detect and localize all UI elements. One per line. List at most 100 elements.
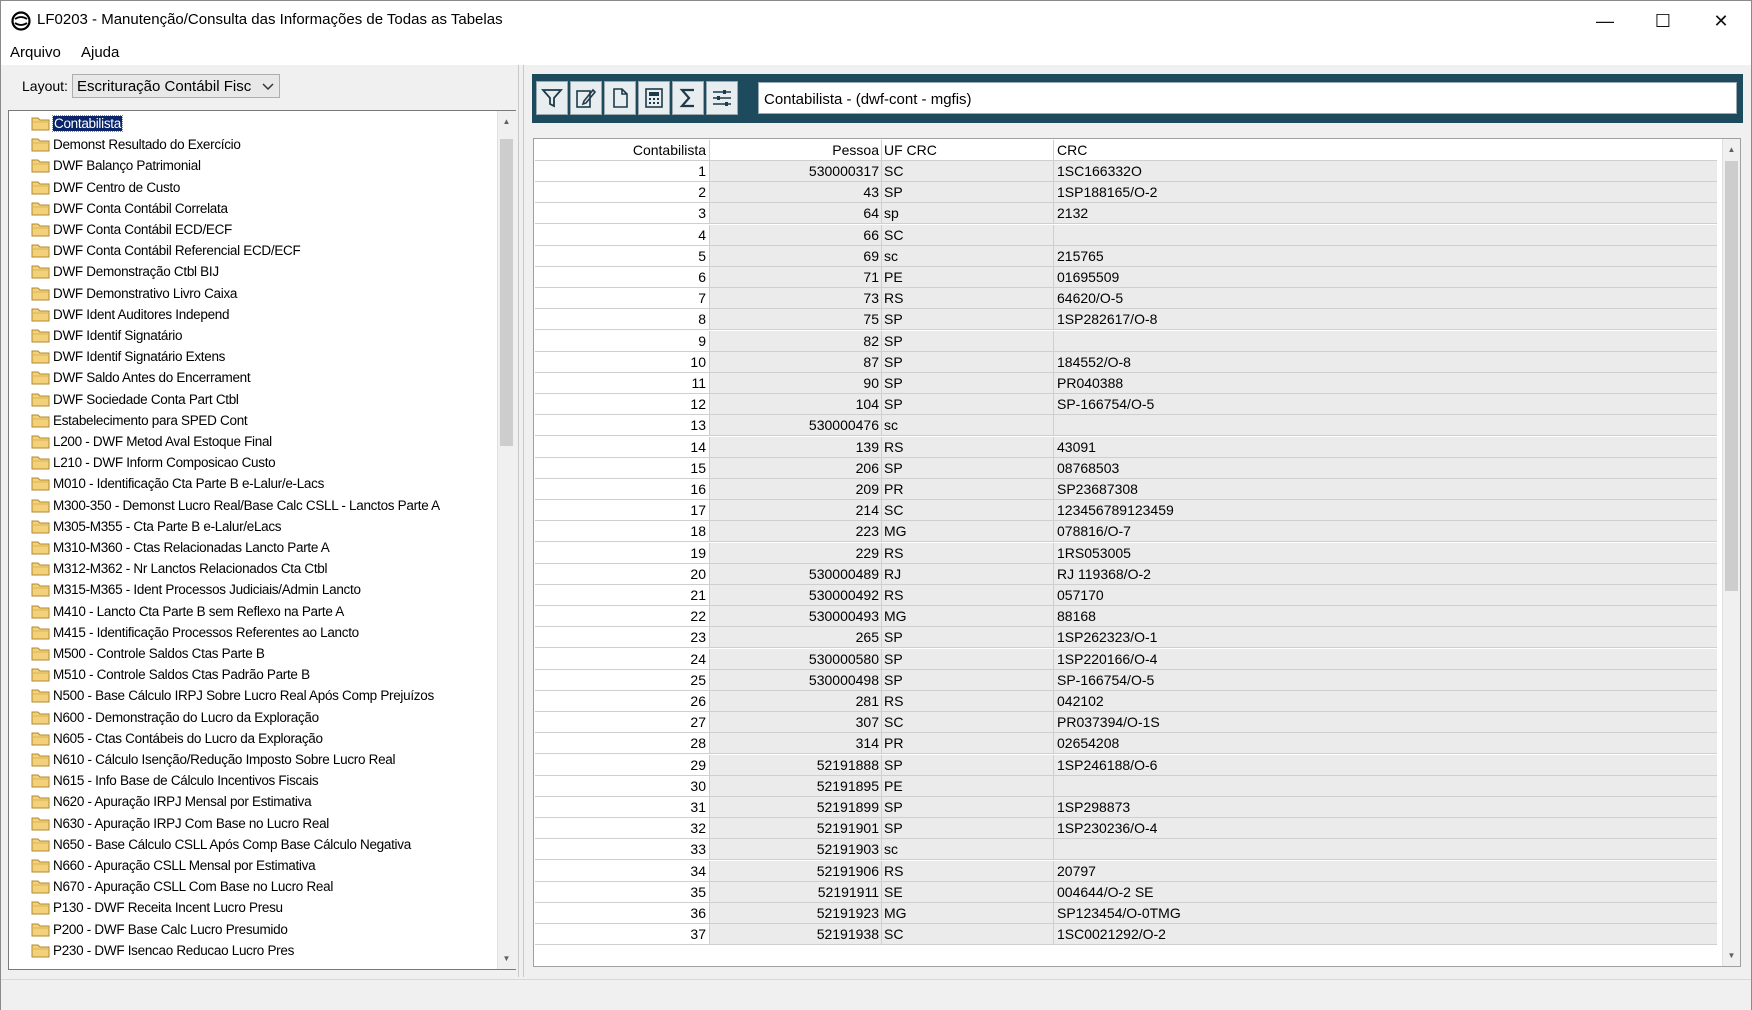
cell-pessoa[interactable]: 52191901 <box>709 818 881 839</box>
tree-item[interactable]: P230 - DWF Isencao Reducao Lucro Pres <box>31 940 294 961</box>
tree-item[interactable]: N620 - Apuração IRPJ Mensal por Estimati… <box>31 791 312 812</box>
tree-item[interactable]: Estabelecimento para SPED Cont <box>31 410 248 431</box>
cell-uf-crc[interactable]: PE <box>881 775 1053 796</box>
table-row[interactable]: 13 530000476 sc <box>535 415 1717 437</box>
cell-crc[interactable]: SP123454/O-0TMG <box>1053 903 1717 923</box>
cell-contabilista[interactable]: 26 <box>535 691 709 711</box>
tree-item[interactable]: DWF Sociedade Conta Part Ctbl <box>31 389 239 410</box>
cell-pessoa[interactable]: 139 <box>709 436 881 457</box>
cell-contabilista[interactable]: 33 <box>535 839 709 860</box>
table-row[interactable]: 5 69 sc 215765 <box>535 245 1717 267</box>
tree-item[interactable]: M305-M355 - Cta Parte B e-Lalur/eLacs <box>31 516 282 537</box>
cell-crc[interactable]: 215765 <box>1053 245 1717 266</box>
table-row[interactable]: 27 307 SC PR037394/O-1S <box>535 712 1717 734</box>
cell-pessoa[interactable]: 71 <box>709 267 881 287</box>
column-header-uf-crc[interactable]: UF CRC <box>881 140 1053 160</box>
tree-item[interactable]: P200 - DWF Base Calc Lucro Presumido <box>31 919 288 940</box>
table-row[interactable]: 14 139 RS 43091 <box>535 436 1717 458</box>
tree-item[interactable]: M010 - Identificação Cta Parte B e-Lalur… <box>31 473 324 494</box>
menu-arquivo[interactable]: Arquivo <box>10 44 61 61</box>
tree-item[interactable]: DWF Identif Signatário <box>31 325 183 346</box>
cell-crc[interactable]: 078816/O-7 <box>1053 521 1717 542</box>
cell-crc[interactable]: 01695509 <box>1053 267 1717 287</box>
cell-pessoa[interactable]: 87 <box>709 351 881 372</box>
menu-ajuda[interactable]: Ajuda <box>81 44 119 61</box>
cell-uf-crc[interactable]: SP <box>881 648 1053 669</box>
cell-uf-crc[interactable]: SP <box>881 457 1053 478</box>
tree-item[interactable]: N610 - Cálculo Isenção/Redução Imposto S… <box>31 749 396 770</box>
cell-uf-crc[interactable]: SP <box>881 309 1053 330</box>
cell-pessoa[interactable]: 73 <box>709 288 881 309</box>
cell-crc[interactable]: PR037394/O-1S <box>1053 712 1717 733</box>
cell-crc[interactable]: 02654208 <box>1053 733 1717 754</box>
tree-item[interactable]: DWF Demonstrativo Livro Caixa <box>31 283 237 304</box>
cell-crc[interactable]: 1RS053005 <box>1053 542 1717 563</box>
table-row[interactable]: 29 52191888 SP 1SP246188/O-6 <box>535 754 1717 776</box>
cell-crc[interactable]: 123456789123459 <box>1053 500 1717 521</box>
cell-contabilista[interactable]: 18 <box>535 521 709 542</box>
cell-uf-crc[interactable]: RS <box>881 585 1053 605</box>
tree-item[interactable]: L210 - DWF Inform Composicao Custo <box>31 452 276 473</box>
cell-uf-crc[interactable]: SP <box>881 797 1053 817</box>
cell-uf-crc[interactable]: SE <box>881 881 1053 902</box>
cell-crc[interactable]: SP-166754/O-5 <box>1053 394 1717 415</box>
cell-pessoa[interactable]: 307 <box>709 712 881 733</box>
cell-pessoa[interactable]: 82 <box>709 330 881 351</box>
cell-contabilista[interactable]: 20 <box>535 563 709 584</box>
cell-crc[interactable]: 1SP230236/O-4 <box>1053 818 1717 839</box>
cell-pessoa[interactable]: 64 <box>709 203 881 224</box>
scroll-down-arrow-icon[interactable]: ▼ <box>1723 947 1740 964</box>
settings-button[interactable] <box>706 81 738 115</box>
table-row[interactable]: 28 314 PR 02654208 <box>535 733 1717 755</box>
table-row[interactable]: 34 52191906 RS 20797 <box>535 860 1717 882</box>
cell-contabilista[interactable]: 14 <box>535 436 709 457</box>
tree-item[interactable]: DWF Balanço Patrimonial <box>31 155 201 176</box>
cell-contabilista[interactable]: 6 <box>535 267 709 287</box>
cell-contabilista[interactable]: 23 <box>535 627 709 648</box>
table-row[interactable]: 12 104 SP SP-166754/O-5 <box>535 394 1717 416</box>
cell-uf-crc[interactable]: SC <box>881 500 1053 521</box>
cell-pessoa[interactable]: 281 <box>709 691 881 711</box>
cell-crc[interactable] <box>1053 839 1717 860</box>
cell-uf-crc[interactable]: PR <box>881 733 1053 754</box>
cell-crc[interactable]: 1SP282617/O-8 <box>1053 309 1717 330</box>
cell-crc[interactable]: 64620/O-5 <box>1053 288 1717 309</box>
cell-uf-crc[interactable]: SP <box>881 351 1053 372</box>
table-row[interactable]: 6 71 PE 01695509 <box>535 267 1717 288</box>
cell-pessoa[interactable]: 530000498 <box>709 669 881 690</box>
cell-crc[interactable]: 057170 <box>1053 585 1717 605</box>
cell-uf-crc[interactable]: MG <box>881 521 1053 542</box>
cell-crc[interactable]: 08768503 <box>1053 457 1717 478</box>
tree-item[interactable]: M500 - Controle Saldos Ctas Parte B <box>31 643 265 664</box>
cell-pessoa[interactable]: 52191906 <box>709 860 881 881</box>
table-row[interactable]: 8 75 SP 1SP282617/O-8 <box>535 309 1717 331</box>
cell-contabilista[interactable]: 4 <box>535 224 709 245</box>
cell-pessoa[interactable]: 223 <box>709 521 881 542</box>
cell-uf-crc[interactable]: sp <box>881 203 1053 224</box>
cell-contabilista[interactable]: 2 <box>535 182 709 203</box>
column-header-pessoa[interactable]: Pessoa <box>709 140 881 160</box>
minimize-button[interactable]: — <box>1576 1 1634 41</box>
table-row[interactable]: 25 530000498 SP SP-166754/O-5 <box>535 669 1717 691</box>
cell-uf-crc[interactable]: RS <box>881 542 1053 563</box>
cell-crc[interactable]: PR040388 <box>1053 373 1717 393</box>
column-header-crc[interactable]: CRC <box>1053 140 1717 160</box>
tree-item[interactable]: DWF Centro de Custo <box>31 177 180 198</box>
grid-vertical-scrollbar[interactable]: ▲ ▼ <box>1722 139 1740 966</box>
table-row[interactable]: 22 530000493 MG 88168 <box>535 606 1717 628</box>
scroll-down-arrow-icon[interactable]: ▼ <box>498 950 515 967</box>
table-row[interactable]: 10 87 SP 184552/O-8 <box>535 351 1717 373</box>
calculator-button[interactable] <box>638 81 670 115</box>
cell-uf-crc[interactable]: SC <box>881 224 1053 245</box>
cell-uf-crc[interactable]: sc <box>881 839 1053 860</box>
cell-contabilista[interactable]: 15 <box>535 457 709 478</box>
cell-pessoa[interactable]: 75 <box>709 309 881 330</box>
cell-contabilista[interactable]: 5 <box>535 245 709 266</box>
tree-item[interactable]: N630 - Apuração IRPJ Com Base no Lucro R… <box>31 813 329 834</box>
cell-crc[interactable] <box>1053 775 1717 796</box>
table-row[interactable]: 18 223 MG 078816/O-7 <box>535 521 1717 543</box>
table-row[interactable]: 24 530000580 SP 1SP220166/O-4 <box>535 648 1717 670</box>
cell-crc[interactable]: 1SP188165/O-2 <box>1053 182 1717 203</box>
cell-pessoa[interactable]: 52191923 <box>709 903 881 923</box>
cell-contabilista[interactable]: 1 <box>535 161 709 181</box>
